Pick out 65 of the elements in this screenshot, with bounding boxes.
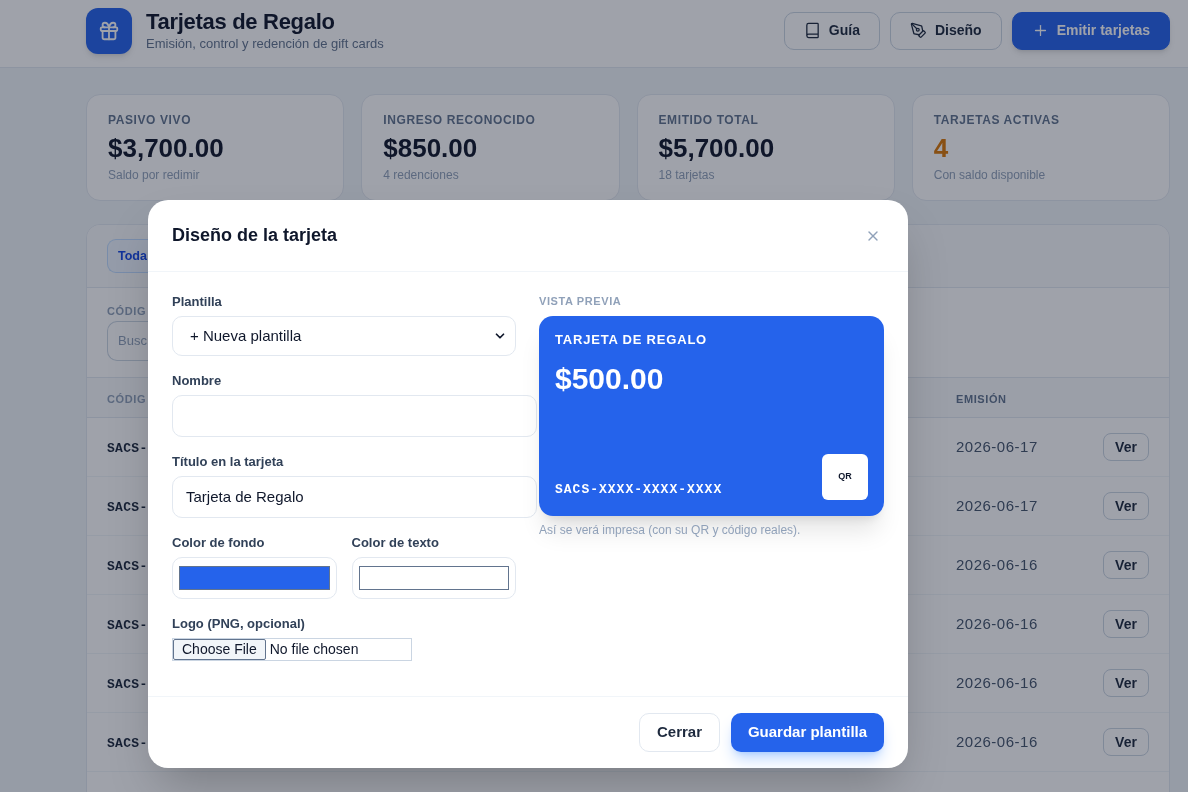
choose-file-button[interactable]: Choose File <box>173 639 266 660</box>
file-input[interactable]: Choose File No file chosen <box>172 638 412 661</box>
color-input[interactable] <box>351 557 516 599</box>
field-label: Logo (PNG, opcional) <box>172 616 306 632</box>
date-cell: 2026-06-16 <box>956 733 1038 750</box>
stat-label: TARJETAS ACTIVAS <box>933 113 1061 127</box>
field-label: Color de fondo <box>172 535 266 551</box>
header-button[interactable]: Emitir tarjetas <box>1011 11 1170 50</box>
stat-value: $5,700.00 <box>658 133 776 163</box>
field-label: Plantilla <box>172 294 223 310</box>
qr-text: QR <box>838 470 852 484</box>
template-select[interactable]: + Nueva plantilla <box>172 316 516 356</box>
header-button[interactable]: Guía <box>783 11 880 50</box>
dialog-title: Diseño de la tarjeta <box>172 224 338 247</box>
pen-tool-icon <box>909 22 927 39</box>
date-cell: 2026-06-17 <box>956 438 1038 455</box>
preview-caption: Así se verá impresa (con su QR y código reales). <box>539 522 802 538</box>
code-cell: SACS- <box>107 677 148 692</box>
dialog-button[interactable]: Cerrar <box>639 713 720 752</box>
date-cell: 2026-06-17 <box>956 497 1038 514</box>
stat-label: INGRESO RECONOCIDO <box>383 113 537 127</box>
header-button[interactable]: Diseño <box>889 11 1002 50</box>
page-subtitle: Emisión, control y redención de gift cards <box>146 34 384 53</box>
dialog-button[interactable]: Guardar plantilla <box>731 713 884 752</box>
view-button[interactable]: Ver <box>1103 669 1149 697</box>
name-input[interactable] <box>172 395 537 437</box>
code-cell: SACS- <box>107 736 148 751</box>
stat-value: $3,700.00 <box>108 133 225 163</box>
column-header: EMISIÓN <box>956 392 1007 405</box>
field-label: Color de texto <box>351 535 440 551</box>
code-cell: SACS- <box>107 441 148 456</box>
file-status-text: No file chosen <box>268 640 359 659</box>
gift-icon <box>86 7 132 54</box>
filter-label: CÓDIG <box>107 304 148 318</box>
stat-note: Con saldo disponible <box>933 167 1047 183</box>
date-cell: 2026-06-16 <box>956 556 1038 573</box>
stat-label: PASIVO VIVO <box>108 113 193 127</box>
card-amount: $500.00 <box>555 361 665 397</box>
stat-label: EMITIDO TOTAL <box>658 113 760 127</box>
card-code: SACS-XXXX-XXXX-XXXX <box>555 480 723 499</box>
book-icon <box>803 22 821 39</box>
card-title: TARJETA DE REGALO <box>555 332 709 348</box>
view-button[interactable]: Ver <box>1103 728 1149 756</box>
page-title: Tarjetas de Regalo <box>146 8 336 35</box>
view-button[interactable]: Ver <box>1103 433 1149 461</box>
stat-note: Saldo por redimir <box>108 167 201 183</box>
stat-value: $850.00 <box>383 133 479 163</box>
color-input[interactable] <box>172 557 337 599</box>
stat-value: 4 <box>933 133 950 163</box>
column-header: CÓDIG <box>107 392 147 405</box>
card-title-input[interactable]: Tarjeta de Regalo <box>172 476 537 518</box>
field-label: Título en la tarjeta <box>172 454 285 470</box>
date-cell: 2026-06-16 <box>956 615 1038 632</box>
view-button[interactable]: Ver <box>1103 610 1149 638</box>
date-cell: 2026-06-16 <box>956 674 1038 691</box>
field-label: Nombre <box>172 373 223 389</box>
code-cell: SACS- <box>107 500 148 515</box>
stat-note: 4 redenciones <box>383 167 460 183</box>
view-button[interactable]: Ver <box>1103 551 1149 579</box>
code-cell: SACS- <box>107 559 148 574</box>
stat-note: 18 tarjetas <box>658 167 716 183</box>
filter-tab[interactable]: Toda <box>107 239 148 273</box>
preview-label: VISTA PREVIA <box>539 294 623 308</box>
code-cell: SACS- <box>107 618 148 633</box>
view-button[interactable]: Ver <box>1103 492 1149 520</box>
